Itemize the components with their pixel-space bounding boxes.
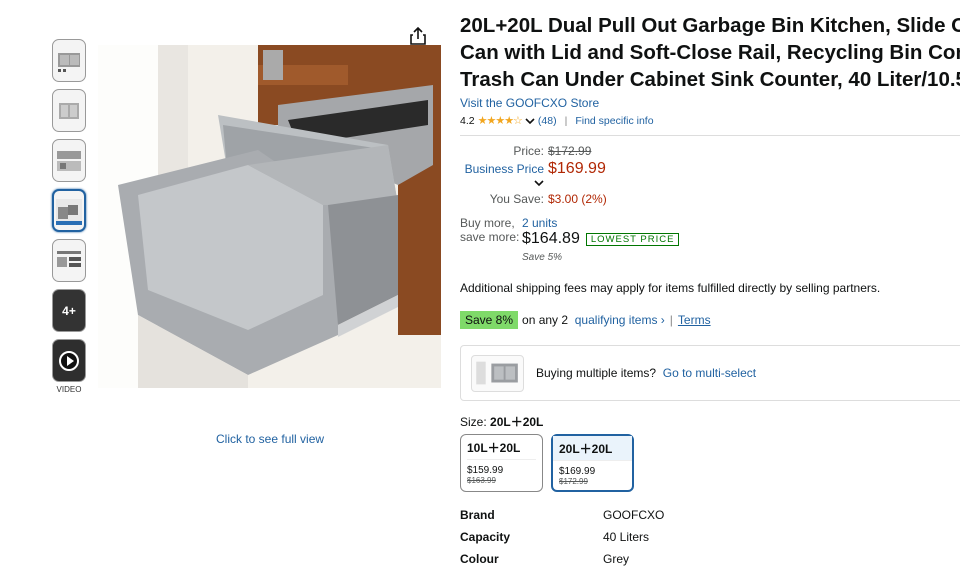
buy-more-label: Buy more, save more: xyxy=(460,216,520,244)
size-option-20l-20l[interactable]: 20L＋20L $169.99 $172.99 xyxy=(551,434,634,492)
store-link[interactable]: Visit the GOOFCXO Store xyxy=(460,96,960,110)
thumbnail-image-selected[interactable] xyxy=(52,189,86,232)
lowest-price-badge: LOWEST PRICE xyxy=(585,233,680,247)
bin-thumbnail-icon xyxy=(57,150,81,171)
you-save-label: You Save: xyxy=(489,192,544,206)
title-line: Trash Can Under Cabinet Sink Counter, 40… xyxy=(460,68,960,91)
play-icon xyxy=(59,350,79,371)
size-option-price: $159.99 xyxy=(467,465,504,476)
size-option-10l-20l[interactable]: 10L＋20L $159.99 $163.99 xyxy=(460,434,543,492)
list-price: $172.99 xyxy=(548,144,592,158)
multi-item-image-icon xyxy=(471,354,524,392)
size-option-name: 10L＋20L xyxy=(467,439,536,460)
chevron-down-icon[interactable] xyxy=(534,179,544,187)
bin-thumbnail-icon xyxy=(56,198,82,225)
promo-row: Save 8% on any 2 qualifying items › | Te… xyxy=(460,311,960,329)
multi-question: Buying multiple items? xyxy=(536,366,657,380)
save-badge: Save 8% xyxy=(460,311,519,329)
share-icon[interactable] xyxy=(408,26,428,46)
price-label: Price: xyxy=(513,144,544,158)
title-line: 20L+20L Dual Pull Out Garbage Bin Kitche… xyxy=(460,14,960,37)
product-details: 20L+20L Dual Pull Out Garbage Bin Kitche… xyxy=(460,12,960,570)
spec-key: Brand xyxy=(460,508,495,522)
price-block: Price: $172.99 Business Price $169.99 Yo… xyxy=(460,144,960,206)
business-price-dropdown[interactable]: Business Price xyxy=(460,162,548,190)
full-view-link[interactable]: Click to see full view xyxy=(216,432,324,446)
spec-key: Colour xyxy=(460,552,499,566)
spec-value: GOOFCXO xyxy=(603,508,665,522)
spec-key: Capacity xyxy=(460,530,511,544)
divider: | xyxy=(669,313,673,327)
divider: | xyxy=(564,114,568,127)
thumbnail-image[interactable] xyxy=(52,239,86,282)
bin-thumbnail-icon xyxy=(59,102,79,119)
size-options: 10L＋20L $159.99 $163.99 20L＋20L $169.99 … xyxy=(460,434,960,492)
ratings-count-link[interactable]: (48) xyxy=(538,115,557,127)
rating-row: 4.2 ★★★★☆ (48) | Find specific info xyxy=(460,114,960,128)
bin-thumbnail-icon xyxy=(57,250,81,267)
star-rating-icon[interactable]: ★★★★☆ xyxy=(478,114,523,127)
units-link[interactable]: 2 units xyxy=(522,216,679,230)
chevron-down-icon[interactable] xyxy=(525,117,535,125)
bulk-price: $164.89 xyxy=(522,230,580,247)
size-label-row: Size: 20L＋20L xyxy=(460,413,960,430)
product-title: 20L+20L Dual Pull Out Garbage Bin Kitche… xyxy=(460,12,960,93)
you-save-value: $3.00 (2%) xyxy=(548,192,607,206)
main-product-image[interactable] xyxy=(98,45,441,388)
bulk-save-note: Save 5% xyxy=(522,252,563,263)
thumbnail-image[interactable] xyxy=(52,89,86,132)
thumbnail-column: 4+ VIDEO xyxy=(52,39,86,394)
qualifying-items-link[interactable]: qualifying items › xyxy=(575,313,665,327)
size-option-name: 20L＋20L xyxy=(553,436,632,461)
spec-row: Brand GOOFCXO xyxy=(460,504,960,526)
thumbnail-image[interactable] xyxy=(52,139,86,182)
multi-select-link[interactable]: Go to multi-select xyxy=(663,366,756,380)
bin-thumbnail-icon xyxy=(58,52,80,72)
spec-row: Colour Grey xyxy=(460,548,960,570)
video-label: VIDEO xyxy=(56,385,82,394)
size-option-old-price: $172.99 xyxy=(559,477,588,486)
video-thumbnail[interactable] xyxy=(52,339,86,382)
title-line: Can with Lid and Soft-Close Rail, Recycl… xyxy=(460,41,960,64)
spec-value: 40 Liters xyxy=(603,530,650,544)
size-label: Size: xyxy=(460,415,487,429)
size-selected: 20L＋20L xyxy=(490,415,544,429)
more-images-count: 4+ xyxy=(62,303,76,318)
size-option-price: $169.99 xyxy=(559,466,596,477)
terms-link[interactable]: Terms xyxy=(678,313,711,327)
promo-text: on any 2 xyxy=(522,313,569,327)
more-images-thumbnail[interactable]: 4+ xyxy=(52,289,86,332)
spec-value: Grey xyxy=(603,552,630,566)
spec-row: Capacity 40 Liters xyxy=(460,526,960,548)
shipping-note: Additional shipping fees may apply for i… xyxy=(460,281,881,295)
business-price: $169.99 xyxy=(548,160,606,177)
rating-value: 4.2 xyxy=(460,114,475,127)
multi-select-box: Buying multiple items? Go to multi-selec… xyxy=(460,345,960,401)
size-option-old-price: $163.99 xyxy=(467,476,496,485)
divider xyxy=(460,135,960,136)
find-specific-info-link[interactable]: Find specific info xyxy=(575,115,653,127)
buy-more-block: Buy more, save more: 2 units $164.89 LOWE… xyxy=(460,216,960,263)
thumbnail-image[interactable] xyxy=(52,39,86,82)
business-price-label[interactable]: Business Price xyxy=(465,162,544,176)
spec-table: Brand GOOFCXO Capacity 40 Liters Colour Gre… xyxy=(460,504,960,570)
product-photo-icon xyxy=(98,45,441,388)
